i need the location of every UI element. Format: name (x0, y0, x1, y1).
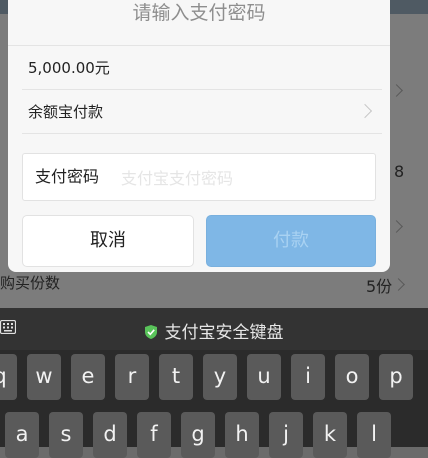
key-h[interactable]: h (225, 412, 259, 458)
key-j[interactable]: j (269, 412, 303, 458)
payment-method-row[interactable]: 余额宝付款 (22, 90, 382, 134)
key-f[interactable]: f (137, 412, 171, 458)
key-u[interactable]: u (247, 354, 281, 400)
keyboard-title-wrap: 支付宝安全键盘 (0, 318, 428, 343)
amount-value: 5,000.00元 (28, 59, 110, 77)
purchase-qty-label: 购买份数 (0, 274, 61, 292)
key-d[interactable]: d (93, 412, 127, 458)
purchase-qty-value: 5份 (366, 277, 393, 296)
key-q[interactable]: q (0, 354, 17, 400)
payment-dialog: 请输入支付密码 5,000.00元 余额宝付款 支付密码 取消 付款 (8, 0, 390, 272)
dialog-title: 请输入支付密码 (8, 0, 390, 46)
key-p[interactable]: p (379, 354, 413, 400)
shield-icon (144, 325, 157, 339)
key-e[interactable]: e (71, 354, 105, 400)
amount-row: 5,000.00元 (22, 46, 382, 90)
keyboard-header: 支付宝安全键盘 (0, 308, 428, 350)
keyboard-title: 支付宝安全键盘 (164, 323, 284, 343)
key-a[interactable]: a (5, 412, 39, 458)
chevron-right-icon (357, 103, 373, 119)
password-field-box[interactable]: 支付密码 (22, 153, 376, 201)
key-i[interactable]: i (291, 354, 325, 400)
key-l[interactable]: l (357, 412, 391, 458)
password-label: 支付密码 (35, 167, 100, 186)
key-y[interactable]: y (203, 354, 237, 400)
key-k[interactable]: k (313, 412, 347, 458)
password-input[interactable] (119, 163, 363, 193)
key-g[interactable]: g (181, 412, 215, 458)
side-number: 8 (394, 162, 405, 181)
pay-button[interactable]: 付款 (206, 215, 376, 267)
key-t[interactable]: t (159, 354, 193, 400)
key-r[interactable]: r (115, 354, 149, 400)
key-w[interactable]: w (27, 354, 61, 400)
cancel-button[interactable]: 取消 (22, 215, 194, 267)
key-o[interactable]: o (335, 354, 369, 400)
key-s[interactable]: s (49, 412, 83, 458)
secure-keyboard: 支付宝安全键盘 qwertyuiop asdfghjkl (0, 308, 428, 458)
payment-method-label: 余额宝付款 (28, 103, 104, 121)
